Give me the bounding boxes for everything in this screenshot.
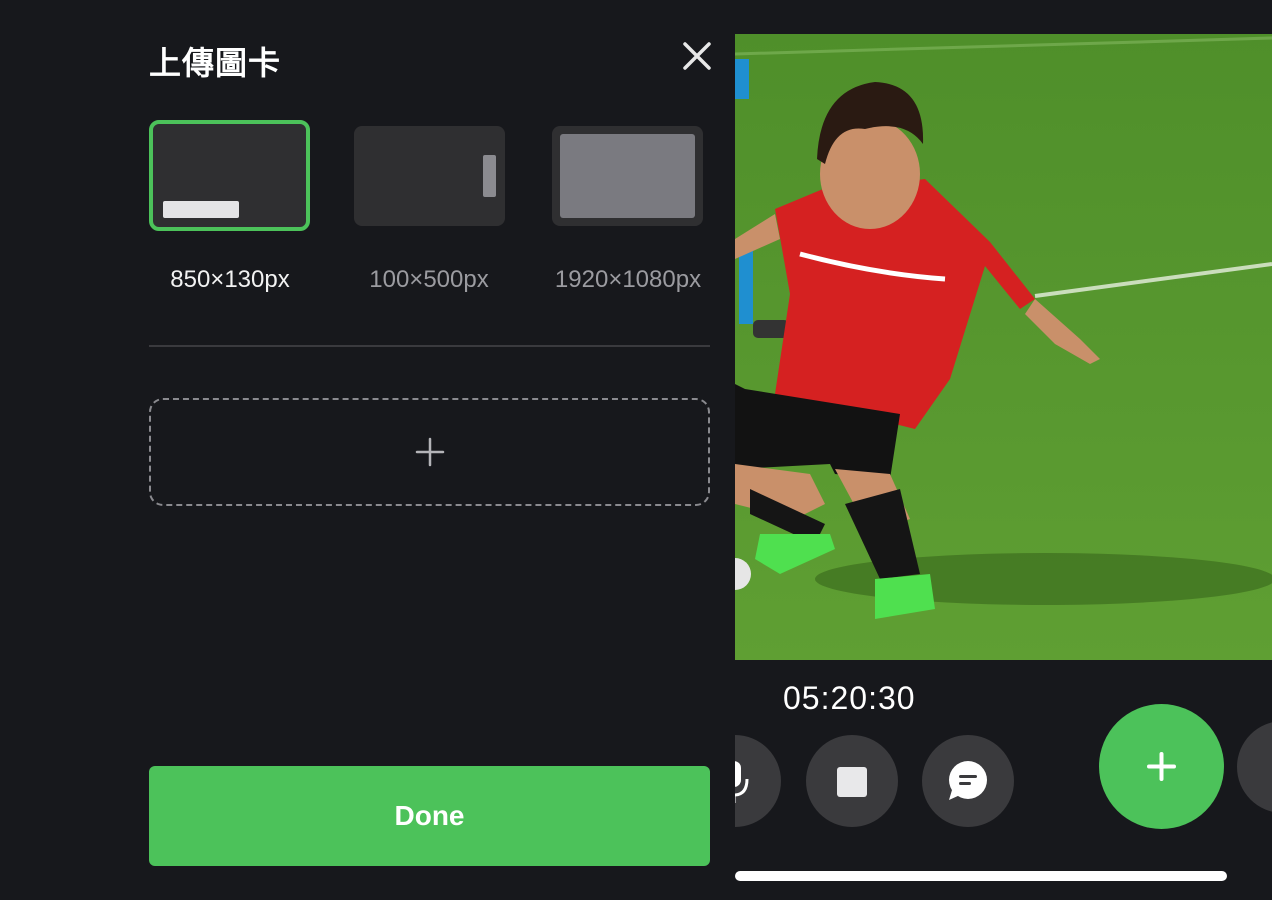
- microphone-icon: [735, 761, 749, 803]
- stop-button[interactable]: [806, 735, 898, 827]
- option-label: 1920×1080px: [554, 266, 702, 293]
- progress-bar: [735, 871, 1227, 881]
- done-button[interactable]: Done: [149, 766, 710, 866]
- close-button[interactable]: [677, 36, 717, 76]
- upload-card-panel: 上傳圖卡 850×130px 100×500px 1920×1080px Don…: [0, 0, 735, 900]
- panel-title: 上傳圖卡: [149, 44, 282, 82]
- fullscreen-thumbnail: [552, 126, 703, 226]
- size-option-vertical[interactable]: 100×500px: [339, 120, 519, 293]
- option-label: 850×130px: [170, 266, 290, 293]
- close-icon: [683, 42, 711, 70]
- video-preview: [735, 34, 1272, 660]
- chat-icon: [949, 761, 987, 800]
- size-option-fullscreen[interactable]: 1920×1080px: [538, 120, 718, 293]
- option-label: 100×500px: [369, 266, 489, 293]
- stream-timer: 05:20:30: [783, 680, 916, 716]
- stream-preview-area: 05:20:30: [735, 0, 1272, 900]
- microphone-button[interactable]: [735, 735, 781, 827]
- more-button[interactable]: [1237, 721, 1272, 813]
- vertical-thumbnail: [354, 126, 505, 226]
- banner-thumbnail: [149, 120, 310, 231]
- add-card-button[interactable]: [149, 398, 710, 506]
- plus-icon: [1147, 752, 1176, 781]
- divider: [149, 345, 710, 347]
- plus-icon: [415, 437, 444, 467]
- add-overlay-button[interactable]: [1099, 704, 1224, 829]
- stop-icon: [837, 767, 867, 797]
- size-option-banner[interactable]: 850×130px: [140, 120, 320, 293]
- chat-button[interactable]: [922, 735, 1014, 827]
